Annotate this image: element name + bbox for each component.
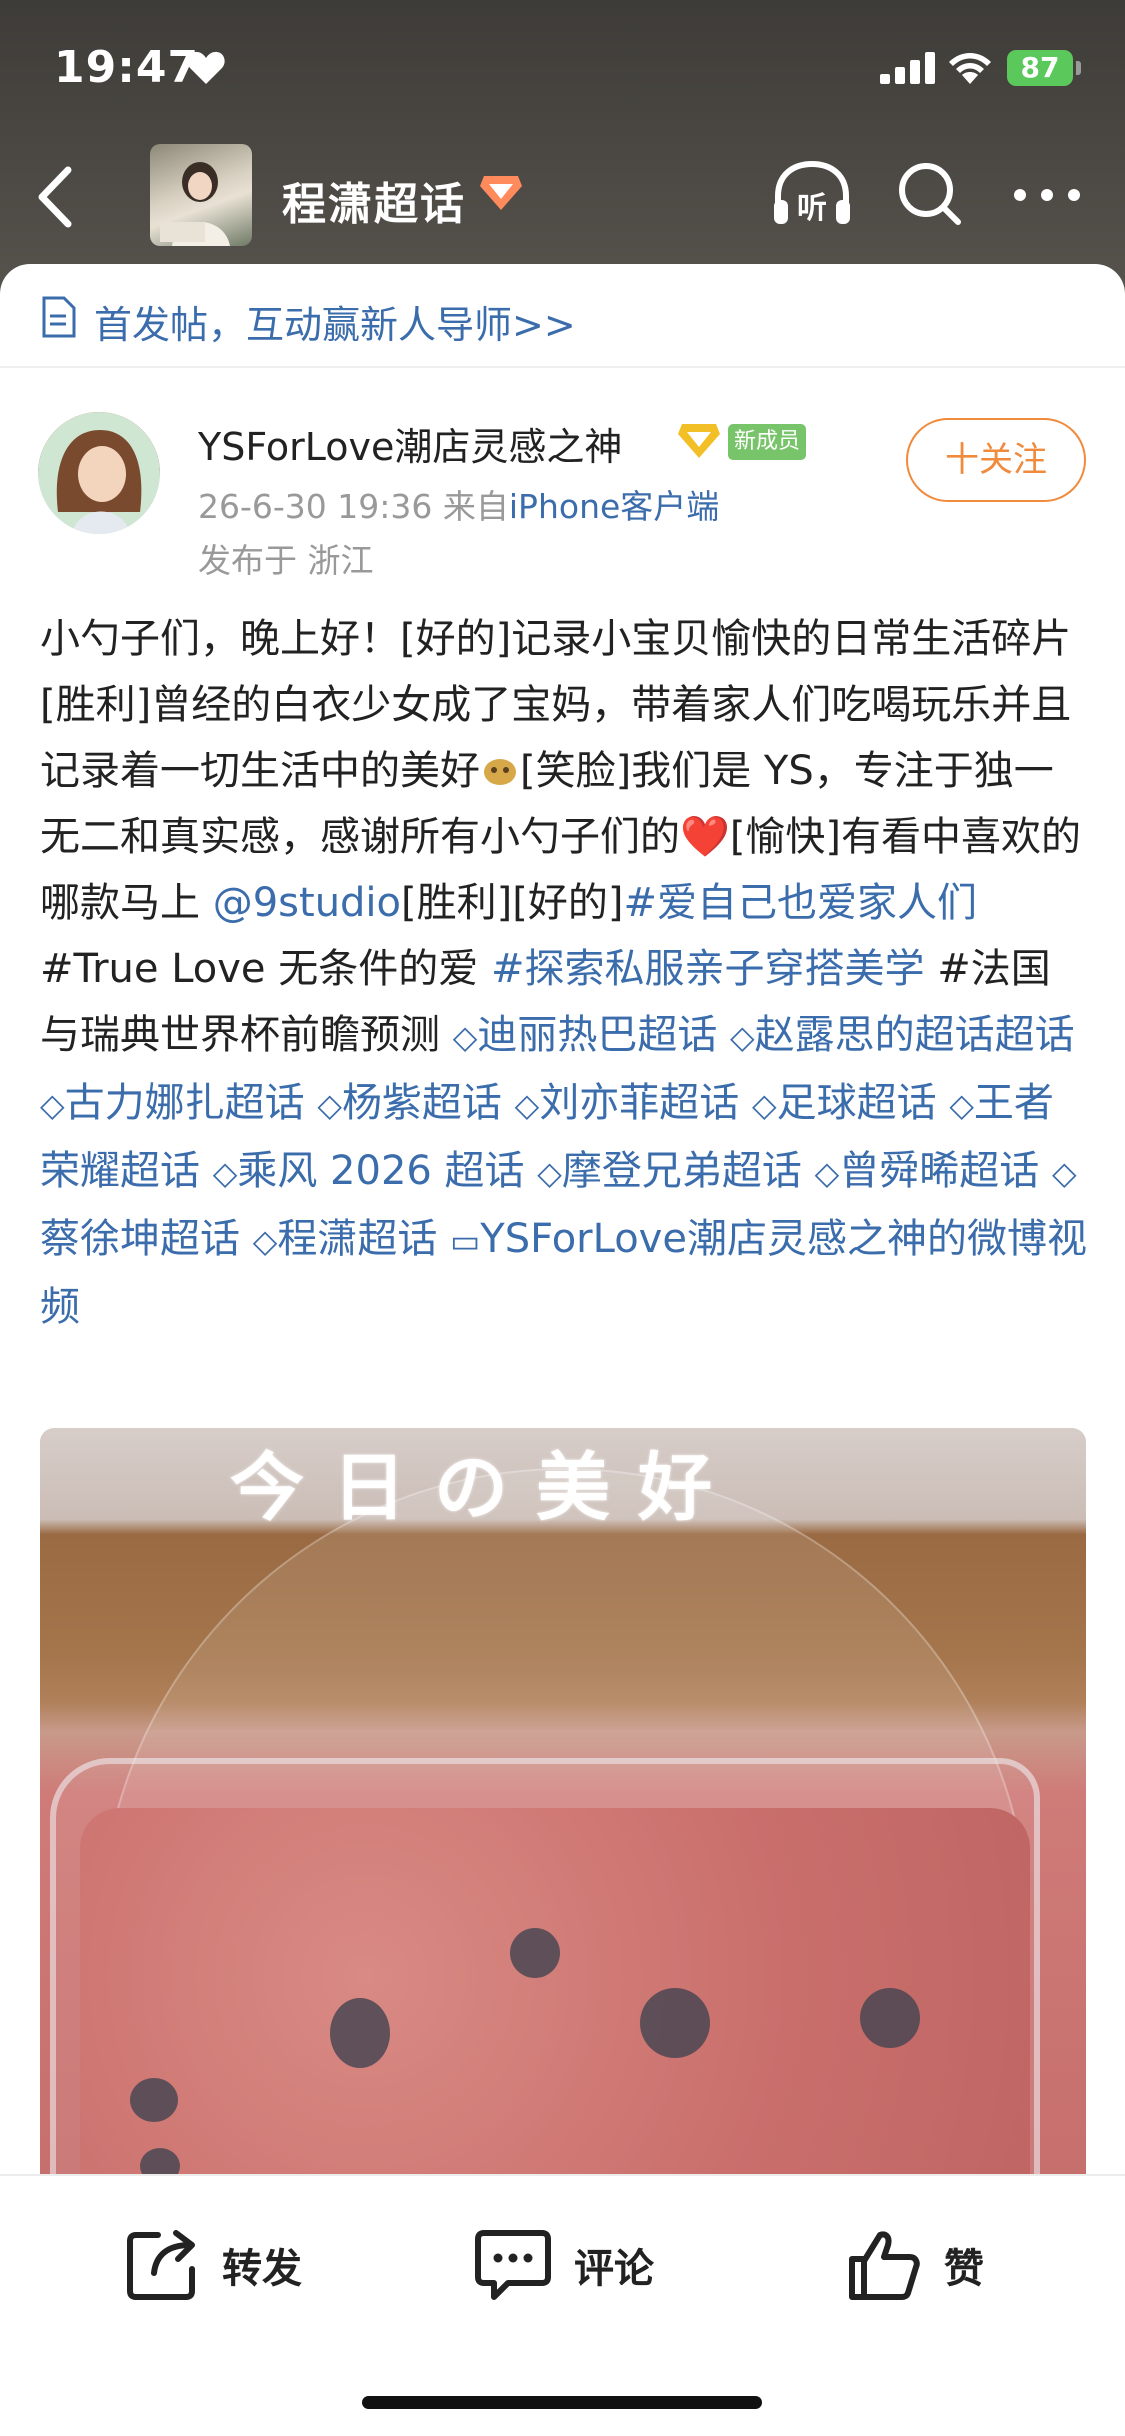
super-topic-label: 足球超话: [776, 1080, 937, 1126]
gem-icon: ◇: [1051, 1154, 1077, 1192]
super-topic-link[interactable]: ◇曾舜晞超话: [815, 1148, 1040, 1194]
super-topic-label: 乘风 2026 超话: [237, 1148, 525, 1194]
source-prefix: 来自: [442, 487, 509, 526]
hashtag-link[interactable]: #探索私服亲子穿搭美学: [491, 946, 925, 992]
avatar[interactable]: [38, 412, 160, 534]
listen-icon[interactable]: 听: [770, 158, 854, 232]
super-topic-link[interactable]: ◇乘风 2026 超话: [213, 1148, 525, 1194]
hashtag-link[interactable]: #爱自己也爱家人们: [623, 880, 977, 926]
status-time: 19:47: [54, 42, 200, 93]
svg-text:听: 听: [797, 191, 827, 226]
cover-portrait-icon: [160, 162, 230, 246]
like-label: 赞: [944, 2246, 984, 2292]
back-arrow-icon[interactable]: [30, 162, 80, 232]
post-video-thumbnail[interactable]: 今日の美好: [40, 1428, 1086, 2188]
thumbs-up-icon: [849, 2231, 920, 2300]
username[interactable]: YSForLove潮店灵感之神: [198, 416, 622, 471]
vip-diamond-icon: [678, 424, 720, 458]
comment-label: 评论: [574, 2246, 654, 2292]
post-body: 小勺子们，晚上好！[好的]记录小宝贝愉快的日常生活碎片[胜利]曾经的白衣少女成了…: [40, 606, 1090, 1340]
repost-label: 转发: [222, 2246, 302, 2292]
comment-button[interactable]: 评论: [474, 2220, 654, 2310]
blueberry: [130, 2078, 178, 2122]
gem-icon: ◇: [252, 1222, 278, 1260]
post-text-segment: #True Love 无条件的爱: [40, 946, 491, 992]
post-card: 首发帖，互动赢新人导师>> YSForLove潮店灵感之神 新成员 十关注 26…: [0, 264, 1125, 2188]
heart-icon: [187, 51, 225, 84]
super-topic-badge-icon: [480, 176, 522, 210]
super-topic-link[interactable]: ◇古力娜扎超话: [40, 1080, 305, 1126]
share-icon: [127, 2230, 195, 2300]
repost-button[interactable]: 转发: [124, 2220, 302, 2310]
tip-text[interactable]: 首发帖，互动赢新人导师>>: [94, 294, 576, 349]
super-topic-link[interactable]: ◇程潇超话: [253, 1216, 438, 1262]
super-topic-link[interactable]: ◇刘亦菲超话: [515, 1080, 740, 1126]
gem-icon: ◇: [452, 1018, 478, 1056]
super-topic-link[interactable]: ◇赵露思的超话超话: [730, 1012, 1075, 1058]
heart-emoji: ❤️: [680, 814, 730, 860]
mention-link[interactable]: @9studio: [213, 880, 401, 926]
gem-icon: ◇: [814, 1154, 840, 1192]
like-button[interactable]: 赞: [846, 2220, 984, 2310]
gem-icon: ◇: [212, 1154, 238, 1192]
topic-cover-image[interactable]: [150, 144, 252, 246]
battery-tip: [1076, 61, 1081, 75]
super-topic-link[interactable]: ◇迪丽热巴超话: [453, 1012, 718, 1058]
gem-icon: ◇: [537, 1154, 562, 1192]
super-topic-link[interactable]: ◇摩登兄弟超话: [537, 1148, 802, 1194]
super-topic-label: 杨紫超话: [341, 1080, 502, 1126]
source-client[interactable]: iPhone客户端: [509, 487, 719, 526]
new-member-badge: 新成员: [728, 424, 807, 460]
avatar-portrait-icon: [38, 412, 160, 534]
post-meta: 26-6-30 19:36 来自iPhone客户端: [198, 480, 719, 528]
status-bar: 19:47 87: [0, 0, 1125, 130]
super-topic-label: 古力娜扎超话: [64, 1080, 305, 1126]
home-indicator[interactable]: [362, 2396, 762, 2409]
super-topic-link[interactable]: ◇足球超话: [752, 1080, 937, 1126]
blueberry: [860, 1988, 920, 2048]
super-topic-label: 赵露思的超话超话: [754, 1012, 1075, 1058]
blueberry: [330, 1998, 390, 2068]
gem-icon: ◇: [949, 1086, 974, 1124]
gem-icon: ◇: [317, 1086, 342, 1124]
super-topic-label: 刘亦菲超话: [539, 1080, 740, 1126]
video-overlay-text: 今日の美好: [230, 1445, 740, 1531]
wifi-icon: [949, 53, 991, 84]
follow-button[interactable]: 十关注: [906, 418, 1086, 502]
comment-icon: [475, 2230, 551, 2300]
gem-icon: ◇: [730, 1018, 755, 1056]
post-text-segment: [胜利][好的]: [401, 880, 624, 926]
newcomer-tip-bar[interactable]: 首发帖，互动赢新人导师>>: [0, 264, 1125, 368]
more-icon[interactable]: [1012, 185, 1082, 205]
super-topic-label: 迪丽热巴超话: [477, 1012, 718, 1058]
super-topic-label: 摩登兄弟超话: [561, 1148, 802, 1194]
super-topic-label: 程潇超话: [277, 1216, 438, 1262]
gem-icon: ◇: [514, 1086, 540, 1124]
post-time: 26-6-30 19:36: [198, 487, 433, 526]
document-icon: [42, 296, 76, 338]
super-topic-label: 蔡徐坤超话: [40, 1216, 240, 1262]
emoji-icon: [484, 759, 516, 785]
battery-level: 87: [1007, 50, 1073, 86]
gem-icon: ◇: [751, 1086, 777, 1124]
signal-icon: [880, 52, 935, 84]
navigation-bar: 程潇超话 听: [0, 130, 1125, 260]
post-location: 发布于 浙江: [198, 541, 374, 580]
super-topic-label: 曾舜晞超话: [839, 1148, 1040, 1194]
video-icon: ▭: [450, 1222, 481, 1260]
super-topic-link[interactable]: ◇杨紫超话: [317, 1080, 502, 1126]
blueberry: [640, 1988, 710, 2058]
search-icon[interactable]: [896, 160, 966, 230]
topic-title: 程潇超话: [282, 179, 466, 230]
gem-icon: ◇: [40, 1086, 65, 1124]
blueberry: [510, 1928, 560, 1978]
